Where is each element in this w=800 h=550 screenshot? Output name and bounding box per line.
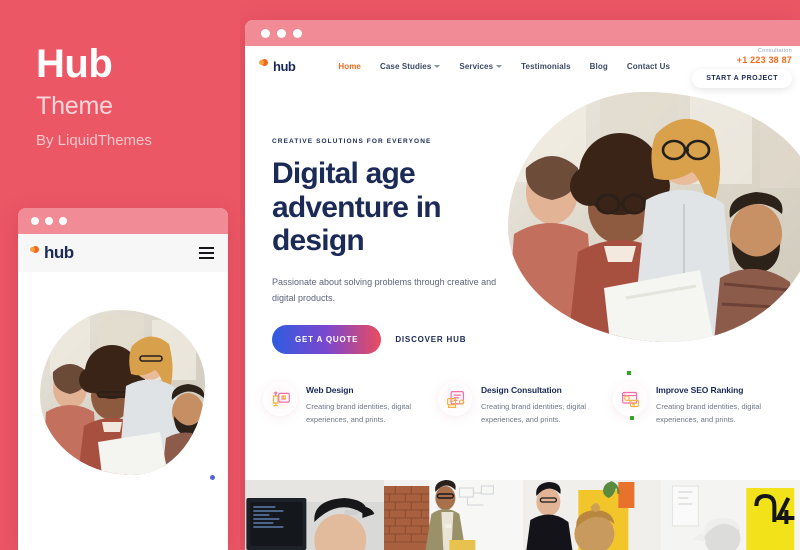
start-a-project-button[interactable]: START A PROJECT (692, 69, 792, 88)
mobile-mockup: hub (18, 208, 228, 550)
mobile-body (18, 272, 228, 550)
feature-title: Improve SEO Ranking (656, 385, 744, 395)
logo-dot-icon (259, 58, 268, 66)
nav-item-label: Blog (589, 61, 608, 71)
feature-title: Web Design (306, 385, 354, 395)
design-consultation-icon (438, 382, 472, 416)
nav-item-testimonials[interactable]: Testimonials (521, 62, 571, 71)
gallery-image-4[interactable] (661, 480, 800, 550)
nav-item-contact-us[interactable]: Contact Us (627, 62, 670, 71)
nav-item-label: Services (459, 61, 494, 71)
feature-description: Creating brand identities, digital exper… (656, 402, 762, 425)
hero-copy: CREATIVE SOLUTIONS FOR EVERYONE Digital … (272, 138, 502, 355)
nav-item-blog[interactable]: Blog (590, 62, 608, 71)
hero-title: Digital age adventure in design (272, 157, 442, 258)
feature-description: Creating brand identities, digital exper… (481, 402, 587, 425)
decorative-dot-blue (210, 475, 215, 480)
window-dot-maximize[interactable] (59, 217, 67, 225)
features-section: Web Design Creating brand identities, di… (245, 382, 800, 426)
gallery-image-3[interactable] (522, 480, 662, 550)
website-preview: hub Home Case Studies Services Testimoni… (245, 46, 800, 550)
gallery-image-1[interactable] (245, 480, 384, 550)
mobile-window-chrome (18, 208, 228, 234)
decorative-dot-green (627, 371, 631, 375)
seo-ranking-icon (613, 382, 647, 416)
discover-hub-button[interactable]: DISCOVER HUB (395, 335, 466, 344)
nav-item-label: Home (338, 61, 361, 71)
hero-section: CREATIVE SOLUTIONS FOR EVERYONE Digital … (245, 86, 800, 420)
window-dot-minimize[interactable] (277, 28, 286, 38)
nav-item-home[interactable]: Home (338, 62, 361, 71)
hamburger-icon[interactable] (199, 247, 214, 259)
mobile-logo[interactable]: hub (30, 243, 74, 263)
logo-dot-icon (30, 245, 39, 253)
nav-item-label: Contact Us (626, 61, 671, 71)
hero-actions: GET A QUOTE DISCOVER HUB (272, 325, 502, 355)
hero-eyebrow: CREATIVE SOLUTIONS FOR EVERYONE (272, 138, 432, 145)
nav-item-label: Case Studies (379, 61, 432, 71)
mobile-navbar: hub (18, 234, 228, 272)
nav-item-services[interactable]: Services (459, 61, 503, 71)
feature-title: Design Consultation (481, 385, 562, 395)
site-logo-text: hub (273, 58, 296, 74)
get-a-quote-button[interactable]: GET A QUOTE (272, 325, 382, 355)
nav-links: Home Case Studies Services Testimonials … (338, 62, 670, 71)
feature-card-seo-ranking[interactable]: Improve SEO Ranking Creating brand ident… (613, 382, 782, 426)
nav-contact-block: Consultation +1 223 38 87 START A PROJEC… (692, 48, 792, 88)
feature-description: Creating brand identities, digital exper… (306, 402, 412, 425)
brand-block: Hub Theme By LiquidThemes (36, 44, 152, 148)
brand-title: Hub (36, 42, 113, 86)
mobile-hero-image (40, 310, 205, 475)
consultation-label: Consultation (757, 48, 792, 54)
site-navbar: hub Home Case Studies Services Testimoni… (245, 46, 800, 88)
hero-paragraph: Passionate about solving problems throug… (272, 276, 497, 303)
chevron-down-icon (496, 64, 503, 68)
browser-window: hub Home Case Studies Services Testimoni… (245, 20, 800, 550)
browser-window-chrome (245, 20, 800, 46)
mobile-logo-text: hub (44, 243, 74, 262)
window-dot-close[interactable] (31, 217, 39, 225)
consultation-phone[interactable]: +1 223 38 87 (737, 55, 792, 65)
brand-byline: By LiquidThemes (36, 132, 152, 149)
nav-item-label: Testimonials (521, 61, 571, 71)
web-design-icon (263, 382, 297, 416)
site-logo[interactable]: hub (259, 58, 296, 74)
promo-panel: Hub Theme By LiquidThemes hub (0, 0, 240, 550)
feature-card-web-design[interactable]: Web Design Creating brand identities, di… (263, 382, 432, 426)
window-dot-close[interactable] (261, 28, 270, 38)
window-dot-maximize[interactable] (293, 28, 302, 38)
hero-image (508, 92, 800, 342)
brand-subtitle: Theme (36, 92, 113, 120)
gallery-image-2[interactable] (383, 480, 523, 550)
feature-card-design-consultation[interactable]: Design Consultation Creating brand ident… (438, 382, 607, 426)
nav-item-case-studies[interactable]: Case Studies (379, 61, 441, 71)
chevron-down-icon (434, 64, 441, 68)
window-dot-minimize[interactable] (45, 217, 53, 225)
gallery-strip (245, 480, 800, 550)
